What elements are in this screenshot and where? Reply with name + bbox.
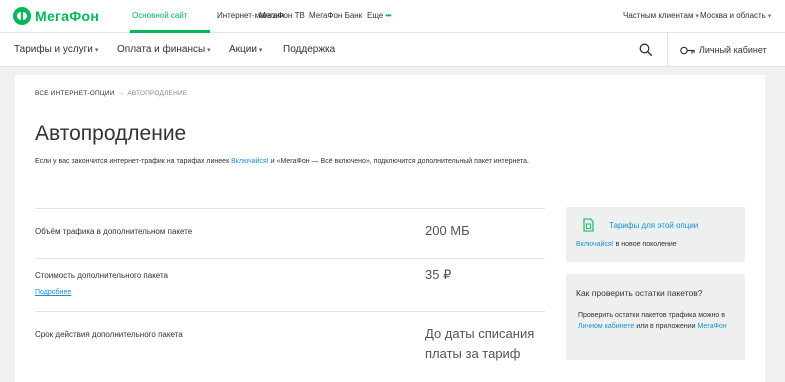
personal-account-link[interactable]: Личный кабинет [699,45,767,55]
tariffs-sub: Включайся! в новое поколение [576,241,677,248]
search-icon[interactable] [639,43,652,56]
more-details-link[interactable]: Подробнее [35,289,71,296]
top-link-more[interactable]: Еще ••• [367,11,392,20]
personal-account-text-link[interactable]: Личном кабинете [578,323,634,330]
tariffs-sub-text: в новое поколение [613,241,677,248]
megafon-app-link[interactable]: МегаФон [698,323,727,330]
breadcrumb: ВСЕ ИНТЕРНЕТ-ОПЦИИ → АВТОПРОДЛЕНИЕ [35,90,187,97]
check-balance-box: Как проверить остатки пакетов? Проверить… [566,274,745,360]
param-label: Стоимость дополнительного пакета [35,271,169,280]
nav-payments[interactable]: Оплата и финансы [117,44,211,55]
tariffs-box: Тарифы для этой опции Включайся! в новое… [566,207,745,262]
client-type-dropdown[interactable]: Частным клиентам [623,11,699,20]
tariffs-link[interactable]: Тарифы для этой опции [609,221,698,230]
more-label: Еще [367,11,384,20]
sim-card-icon [583,218,594,232]
tariffs-sub-link[interactable]: Включайся! [576,241,614,248]
intro-text: Если у вас закончится интернет-трафик на… [35,156,535,167]
region-dropdown[interactable]: Москва и область [700,11,771,20]
param-row-traffic: Объём трафика в дополнительном пакете 20… [35,208,545,258]
intro-link-vklyuchaysya[interactable]: Включайся! [231,158,269,165]
check-balance-text: Проверить остатки пакетов трафика можно … [578,310,738,332]
more-dots-icon: ••• [385,11,391,20]
megafon-logo-icon [13,7,31,25]
nav-promo[interactable]: Акции [229,44,262,55]
param-value: 35 ₽ [425,267,452,282]
nav-divider [667,33,668,67]
megafon-logo[interactable]: МегаФон [13,7,99,25]
content-card: ВСЕ ИНТЕРНЕТ-ОПЦИИ → АВТОПРОДЛЕНИЕ Автопро… [15,75,765,382]
param-row-validity: Срок действия дополнительного пакета До … [35,311,545,382]
check-text-2: или в приложении [634,323,698,330]
key-icon [680,46,695,55]
nav-tariffs[interactable]: Тарифы и услуги [14,44,98,55]
main-nav: Тарифы и услуги Оплата и финансы Акции П… [0,33,785,67]
check-text-1: Проверить остатки пакетов трафика можно … [578,312,725,319]
breadcrumb-current: АВТОПРОДЛЕНИЕ [127,90,188,97]
param-row-price: Стоимость дополнительного пакета Подробн… [35,258,545,311]
param-label: Объём трафика в дополнительном пакете [35,227,193,236]
top-bar: МегаФон Основной сайт Интернет-магазин М… [0,0,785,33]
top-link-tv[interactable]: МегаФон ТВ [259,11,305,20]
check-balance-title: Как проверить остатки пакетов? [576,288,703,298]
breadcrumb-arrow-icon: → [117,90,125,97]
nav-support[interactable]: Поддержка [283,44,335,55]
breadcrumb-parent[interactable]: ВСЕ ИНТЕРНЕТ-ОПЦИИ [35,90,115,97]
param-value: 200 МБ [425,223,470,238]
logo-text: МегаФон [35,8,100,24]
param-label: Срок действия дополнительного пакета [35,330,183,339]
param-value: До даты списания платы за тариф [425,326,535,361]
top-link-main-site[interactable]: Основной сайт [132,11,187,20]
intro-text-start: Если у вас закончится интернет-трафик на… [35,158,232,165]
top-link-bank[interactable]: МегаФон Банк [309,11,362,20]
intro-text-end: и «МегаФон — Всё включено», подключится … [268,158,529,165]
page-title: Автопродление [35,122,187,145]
